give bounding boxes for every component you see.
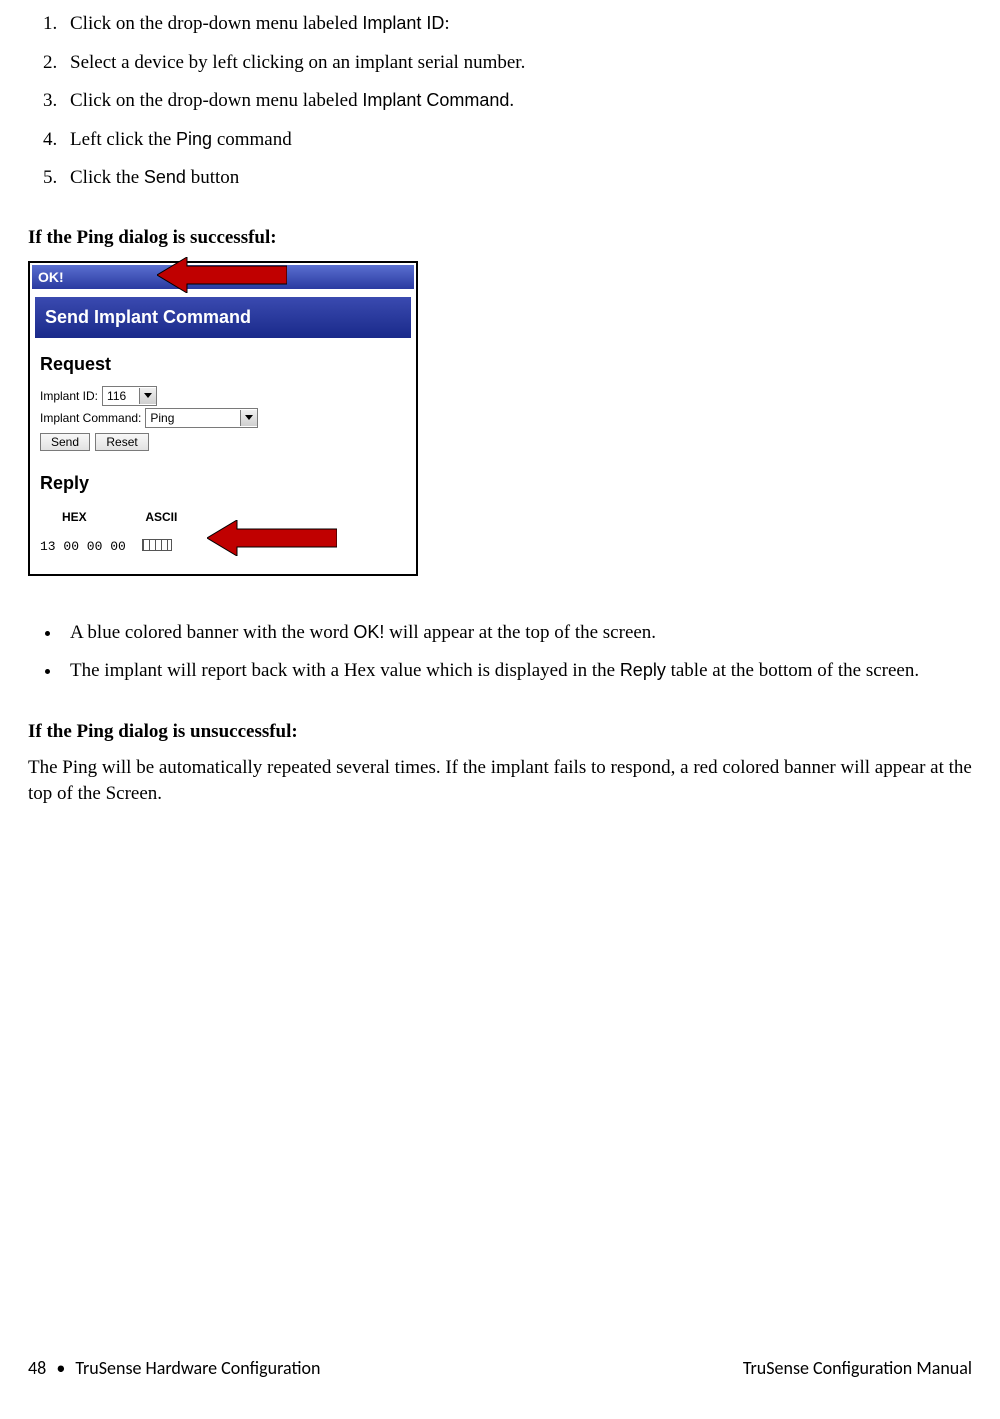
implant-id-label: Implant ID:: [40, 389, 98, 403]
bullet-item: A blue colored banner with the word OK! …: [62, 620, 972, 647]
page-number: 48: [28, 1357, 46, 1379]
implant-command-value: Ping: [146, 411, 240, 425]
step-post: :: [444, 13, 449, 34]
step-text: Click on the drop-down menu labeled: [70, 13, 362, 34]
page-footer: 48 • TruSense Hardware Configuration Tru…: [28, 1357, 972, 1379]
chevron-down-icon[interactable]: [240, 410, 257, 426]
bullet-item: The implant will report back with a Hex …: [62, 658, 972, 685]
bullet-pre: The implant will report back with a Hex …: [70, 660, 620, 681]
reply-heading: Reply: [32, 457, 414, 504]
ascii-column-label: ASCII: [145, 510, 177, 524]
ok-banner: OK!: [32, 265, 414, 289]
step-sans: Implant Command: [362, 90, 509, 110]
step-item: Click on the drop-down menu labeled Impl…: [62, 10, 972, 39]
step-text: Click on the drop-down menu labeled: [70, 90, 362, 111]
numbered-steps: Click on the drop-down menu labeled Impl…: [62, 10, 972, 193]
step-sans: Send: [144, 167, 186, 187]
step-sans: Implant ID: [362, 13, 444, 33]
bullet-sans: OK!: [353, 622, 384, 642]
button-row: Send Reset: [32, 429, 414, 457]
bullet-icon: •: [56, 1357, 65, 1379]
reset-button[interactable]: Reset: [95, 433, 148, 451]
step-sans: Ping: [176, 129, 212, 149]
annotation-arrow-icon: [157, 257, 287, 293]
bullet-post: table at the bottom of the screen.: [666, 660, 919, 681]
bullet-post: will appear at the top of the screen.: [384, 622, 656, 643]
bullet-pre: A blue colored banner with the word: [70, 622, 353, 643]
hex-values: 13 00 00 00: [40, 539, 126, 554]
step-item: Select a device by left clicking on an i…: [62, 49, 972, 78]
step-item: Click the Send button: [62, 164, 972, 193]
annotation-arrow-icon: [207, 520, 337, 560]
success-bullets: A blue colored banner with the word OK! …: [62, 620, 972, 685]
ascii-placeholder-icon: [142, 539, 172, 551]
unsuccess-body: The Ping will be automatically repeated …: [28, 755, 972, 807]
footer-section: TruSense Hardware Configuration: [75, 1357, 320, 1379]
implant-command-label: Implant Command:: [40, 411, 141, 425]
step-text: Left click the: [70, 129, 176, 150]
implant-id-value: 116: [103, 389, 139, 403]
step-post: button: [186, 167, 239, 188]
step-text: Select a device by left clicking on an i…: [70, 52, 525, 73]
implant-id-select[interactable]: 116: [102, 386, 157, 406]
send-button[interactable]: Send: [40, 433, 90, 451]
request-heading: Request: [32, 338, 414, 385]
heading-unsuccess: If the Ping dialog is unsuccessful:: [28, 721, 972, 743]
footer-left: 48 • TruSense Hardware Configuration: [28, 1357, 320, 1379]
reply-data-row: 13 00 00 00: [32, 528, 414, 572]
implant-command-select[interactable]: Ping: [145, 408, 258, 428]
step-item: Left click the Ping command: [62, 126, 972, 155]
step-post: command: [212, 129, 292, 150]
implant-command-row: Implant Command: Ping: [32, 407, 414, 429]
implant-id-row: Implant ID: 116: [32, 385, 414, 407]
bullet-sans: Reply: [620, 660, 666, 680]
send-command-header: Send Implant Command: [35, 297, 411, 338]
footer-right: TruSense Configuration Manual: [743, 1357, 972, 1379]
step-item: Click on the drop-down menu labeled Impl…: [62, 87, 972, 116]
dialog-screenshot: OK! Send Implant Command Request Implant…: [28, 261, 418, 576]
step-text: Click the: [70, 167, 144, 188]
ok-text: OK!: [38, 269, 64, 285]
step-post: .: [509, 90, 514, 111]
chevron-down-icon[interactable]: [139, 388, 156, 404]
heading-success: If the Ping dialog is successful:: [28, 227, 972, 249]
hex-column-label: HEX: [62, 510, 142, 524]
